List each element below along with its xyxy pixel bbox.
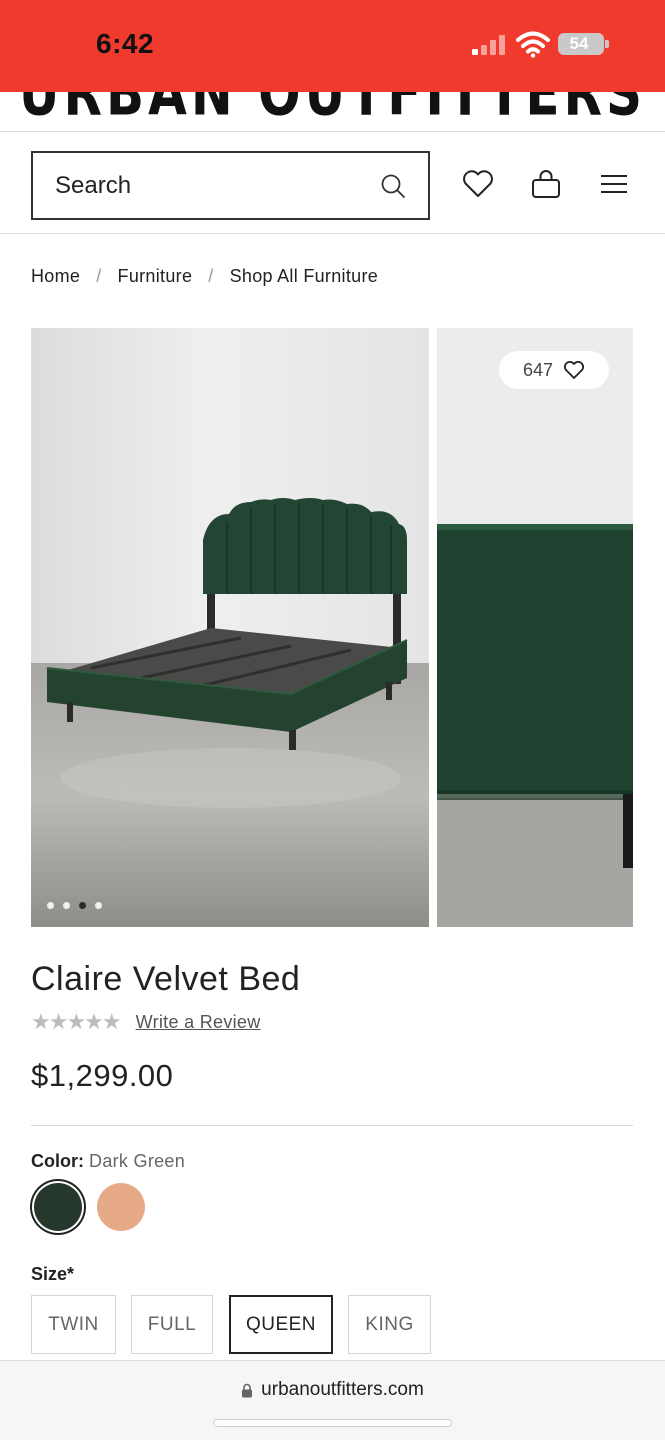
cellular-signal-icon <box>472 33 506 55</box>
write-review-link[interactable]: Write a Review <box>136 1012 261 1033</box>
product-gallery[interactable]: 647 <box>31 328 633 927</box>
breadcrumb-separator: / <box>96 266 102 286</box>
status-bar: 6:42 54 <box>0 0 665 92</box>
site-header: URBAN OUTFITTERS <box>0 92 665 132</box>
product-image-main[interactable] <box>31 328 429 927</box>
rating-row: ★★★★★ Write a Review <box>31 1010 261 1035</box>
battery-icon: 54 <box>558 33 609 55</box>
lock-icon <box>242 1383 253 1397</box>
heart-icon <box>564 361 585 379</box>
color-swatch-dark-green[interactable] <box>34 1183 82 1231</box>
breadcrumb-home[interactable]: Home <box>31 266 80 287</box>
like-count: 647 <box>522 359 554 380</box>
product-image-secondary[interactable] <box>437 328 633 927</box>
like-count-button[interactable]: 647 <box>499 351 609 389</box>
breadcrumb: Home / Furniture / Shop All Furniture <box>31 266 378 287</box>
breadcrumb-shop-all-furniture[interactable]: Shop All Furniture <box>230 266 378 287</box>
gallery-pagination-dots[interactable] <box>47 902 102 909</box>
selected-color-name: Dark Green <box>89 1151 186 1171</box>
battery-level: 54 <box>569 34 589 53</box>
product-title: Claire Velvet Bed <box>31 960 301 998</box>
size-option-twin[interactable]: TWIN <box>31 1295 116 1354</box>
url-display[interactable]: urbanoutfitters.com <box>0 1379 665 1401</box>
menu-hamburger-icon[interactable] <box>597 167 631 201</box>
breadcrumb-furniture[interactable]: Furniture <box>118 266 193 287</box>
search-box[interactable] <box>31 151 430 220</box>
size-option-queen[interactable]: QUEEN <box>229 1295 333 1354</box>
size-label: Size* <box>31 1264 75 1284</box>
url-text: urbanoutfitters.com <box>261 1379 424 1400</box>
wifi-icon <box>516 31 550 58</box>
home-indicator[interactable] <box>213 1419 452 1427</box>
divider <box>31 1125 633 1126</box>
product-price: $1,299.00 <box>31 1058 174 1093</box>
brand-logo[interactable]: URBAN OUTFITTERS <box>0 92 665 129</box>
breadcrumb-separator: / <box>208 266 214 286</box>
color-swatch-peach[interactable] <box>97 1183 145 1231</box>
wishlist-heart-icon[interactable] <box>461 167 495 201</box>
size-option-full[interactable]: FULL <box>131 1295 213 1354</box>
color-label-title: Color: <box>31 1151 84 1171</box>
search-bar-row <box>0 133 665 234</box>
search-icon[interactable] <box>380 173 406 199</box>
size-option-king[interactable]: KING <box>348 1295 431 1354</box>
rating-stars-icon[interactable]: ★★★★★ <box>31 1010 122 1035</box>
status-time: 6:42 <box>96 28 155 59</box>
search-input[interactable] <box>55 153 375 218</box>
browser-address-bar[interactable]: urbanoutfitters.com <box>0 1360 665 1440</box>
shopping-bag-icon[interactable] <box>529 167 563 201</box>
color-label: Color: Dark Green <box>31 1151 185 1172</box>
